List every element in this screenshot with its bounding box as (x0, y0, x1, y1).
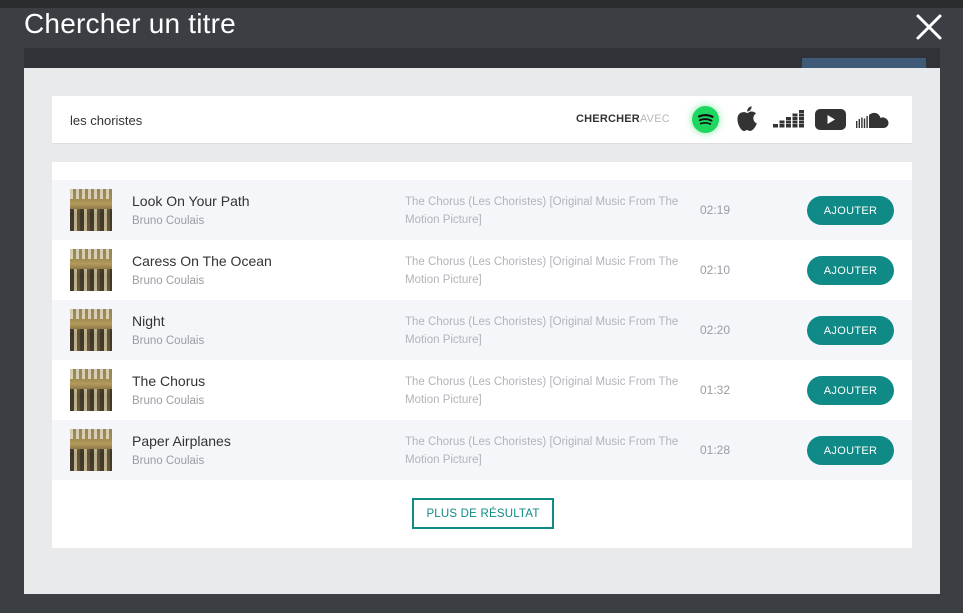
add-button[interactable]: AJOUTER (807, 316, 894, 345)
track-album: The Chorus (Les Choristes) [Original Mus… (405, 316, 679, 346)
modal-body: CHERCHERAVEC (24, 68, 940, 594)
track-artist: Bruno Coulais (132, 455, 205, 467)
background-button (802, 58, 926, 68)
spotify-icon (697, 113, 714, 125)
results-panel: Look On Your Path Bruno Coulais The Chor… (52, 162, 912, 548)
album-cover (70, 249, 112, 291)
track-title: Caress On The Ocean (132, 253, 272, 269)
soundcloud-icon (856, 112, 889, 128)
album-cover (70, 309, 112, 351)
apple-music-source-button[interactable] (734, 105, 760, 133)
result-row: Night Bruno Coulais The Chorus (Les Chor… (52, 300, 912, 360)
search-input[interactable] (70, 108, 370, 132)
deezer-source-button[interactable] (773, 110, 805, 129)
close-icon (916, 14, 942, 40)
album-cover (70, 369, 112, 411)
track-title: Night (132, 313, 165, 329)
spotify-source-button[interactable] (692, 106, 719, 133)
track-album: The Chorus (Les Choristes) [Original Mus… (405, 436, 679, 466)
search-with-label: CHERCHERAVEC (576, 113, 670, 125)
more-results-button[interactable]: PLUS DE RÉSULTAT (412, 498, 554, 529)
result-row: Caress On The Ocean Bruno Coulais The Ch… (52, 240, 912, 300)
track-duration: 02:10 (700, 263, 731, 277)
search-panel: CHERCHERAVEC (52, 96, 912, 143)
result-row: Paper Airplanes Bruno Coulais The Chorus… (52, 420, 912, 480)
track-album: The Chorus (Les Choristes) [Original Mus… (405, 256, 679, 286)
youtube-icon (815, 109, 846, 130)
track-artist: Bruno Coulais (132, 395, 205, 407)
track-duration: 01:28 (700, 443, 731, 457)
background-header (0, 0, 963, 8)
add-button[interactable]: AJOUTER (807, 196, 894, 225)
track-artist: Bruno Coulais (132, 275, 205, 287)
add-button[interactable]: AJOUTER (807, 376, 894, 405)
track-duration: 02:20 (700, 323, 731, 337)
soundcloud-source-button[interactable] (856, 111, 889, 129)
track-artist: Bruno Coulais (132, 335, 205, 347)
track-duration: 01:32 (700, 383, 731, 397)
deezer-icon (773, 110, 804, 128)
apple-music-icon (737, 106, 757, 131)
track-artist: Bruno Coulais (132, 215, 205, 227)
track-duration: 02:19 (700, 203, 731, 217)
track-title: The Chorus (132, 373, 206, 389)
search-with-light: AVEC (639, 113, 670, 125)
youtube-source-button[interactable] (815, 109, 846, 130)
close-button[interactable] (912, 10, 946, 44)
add-button[interactable]: AJOUTER (807, 256, 894, 285)
result-row: Look On Your Path Bruno Coulais The Chor… (52, 180, 912, 240)
track-title: Look On Your Path (132, 193, 250, 209)
track-album: The Chorus (Les Choristes) [Original Mus… (405, 376, 679, 406)
result-row: The Chorus Bruno Coulais The Chorus (Les… (52, 360, 912, 420)
search-with-strong: CHERCHER (576, 113, 640, 125)
track-title: Paper Airplanes (132, 433, 231, 449)
track-album: The Chorus (Les Choristes) [Original Mus… (405, 196, 679, 226)
results-list: Look On Your Path Bruno Coulais The Chor… (52, 180, 912, 480)
album-cover (70, 189, 112, 231)
album-cover (70, 429, 112, 471)
modal-title: Chercher un titre (24, 8, 236, 39)
add-button[interactable]: AJOUTER (807, 436, 894, 465)
